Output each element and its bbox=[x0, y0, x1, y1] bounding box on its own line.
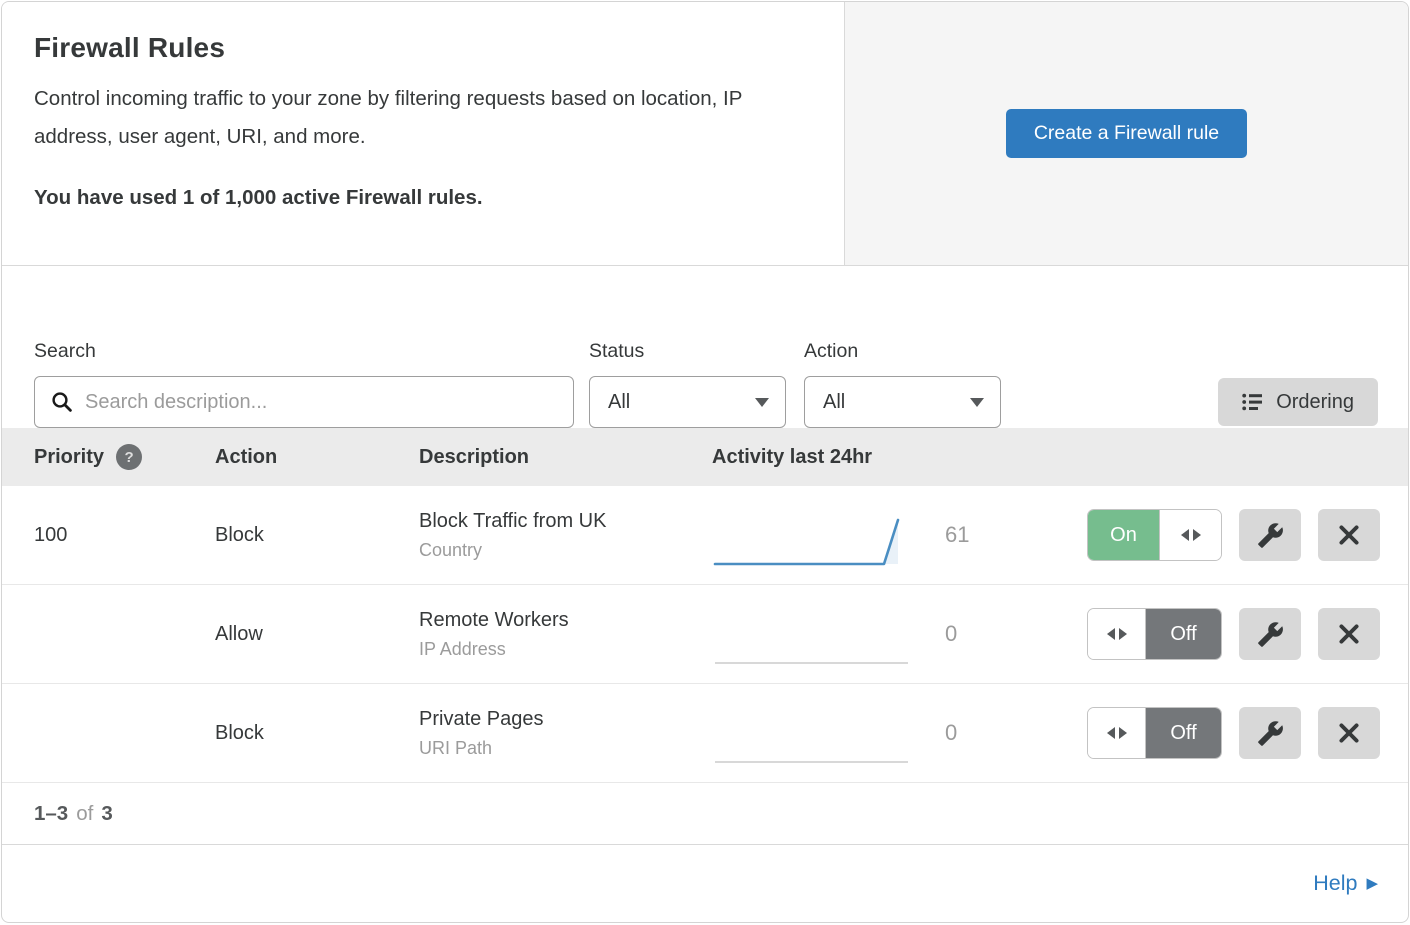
column-activity: Activity last 24hr bbox=[712, 446, 1087, 469]
rule-description: Remote Workers bbox=[419, 609, 712, 632]
activity-sparkline bbox=[712, 711, 917, 769]
rule-description: Private Pages bbox=[419, 708, 712, 731]
activity-sparkline bbox=[712, 612, 917, 670]
toggle-state-label: Off bbox=[1146, 609, 1221, 659]
action-select-value: All bbox=[823, 391, 845, 414]
delete-rule-button[interactable] bbox=[1318, 608, 1380, 660]
status-select-value: All bbox=[608, 391, 630, 414]
rule-enabled-toggle[interactable]: Off bbox=[1087, 608, 1222, 660]
action-label: Action bbox=[804, 340, 1001, 363]
rule-description: Block Traffic from UK bbox=[419, 510, 712, 533]
rule-action: Block bbox=[215, 524, 419, 547]
search-label: Search bbox=[34, 340, 574, 363]
help-link[interactable]: Help ▶ bbox=[1313, 871, 1378, 896]
rule-match-type: IP Address bbox=[419, 639, 712, 660]
edit-rule-button[interactable] bbox=[1239, 707, 1301, 759]
ordering-button-label: Ordering bbox=[1276, 391, 1354, 414]
ordering-list-icon bbox=[1242, 393, 1264, 411]
status-label: Status bbox=[589, 340, 786, 363]
wrench-icon bbox=[1257, 720, 1284, 747]
page-header: Firewall Rules Control incoming traffic … bbox=[2, 2, 1408, 266]
activity-count: 0 bbox=[945, 621, 957, 647]
page-title: Firewall Rules bbox=[34, 32, 804, 64]
left-right-arrows-icon bbox=[1107, 727, 1127, 739]
ordering-button[interactable]: Ordering bbox=[1218, 378, 1378, 426]
create-firewall-rule-button[interactable]: Create a Firewall rule bbox=[1006, 109, 1247, 158]
table-row: Allow Remote Workers IP Address 0 Off bbox=[2, 585, 1408, 684]
close-icon bbox=[1336, 522, 1362, 548]
close-icon bbox=[1336, 621, 1362, 647]
activity-count: 61 bbox=[945, 522, 969, 548]
delete-rule-button[interactable] bbox=[1318, 707, 1380, 759]
table-row: 100 Block Block Traffic from UK Country … bbox=[2, 486, 1408, 585]
column-action: Action bbox=[215, 446, 419, 469]
action-select[interactable]: All bbox=[804, 376, 1001, 428]
rule-match-type: Country bbox=[419, 540, 712, 561]
rule-action: Block bbox=[215, 722, 419, 745]
chevron-down-icon bbox=[970, 398, 984, 407]
toggle-knob bbox=[1088, 708, 1146, 758]
toggle-state-label: Off bbox=[1146, 708, 1221, 758]
chevron-down-icon bbox=[755, 398, 769, 407]
page-header-text: Firewall Rules Control incoming traffic … bbox=[2, 2, 845, 265]
left-right-arrows-icon bbox=[1181, 529, 1201, 541]
close-icon bbox=[1336, 720, 1362, 746]
column-priority: Priority bbox=[34, 446, 104, 469]
arrow-right-icon: ▶ bbox=[1366, 876, 1378, 891]
toggle-knob bbox=[1159, 510, 1221, 560]
filter-bar: Search Status All Action All bbox=[2, 266, 1408, 428]
edit-rule-button[interactable] bbox=[1239, 509, 1301, 561]
page-description: Control incoming traffic to your zone by… bbox=[34, 80, 804, 156]
priority-help-icon[interactable]: ? bbox=[116, 444, 142, 470]
pagination-total: 3 bbox=[101, 802, 112, 826]
rule-action: Allow bbox=[215, 623, 419, 646]
delete-rule-button[interactable] bbox=[1318, 509, 1380, 561]
edit-rule-button[interactable] bbox=[1239, 608, 1301, 660]
wrench-icon bbox=[1257, 522, 1284, 549]
help-link-label: Help bbox=[1313, 871, 1357, 896]
table-row: Block Private Pages URI Path 0 Off bbox=[2, 684, 1408, 783]
rule-match-type: URI Path bbox=[419, 738, 712, 759]
table-header: Priority ? Action Description Activity l… bbox=[2, 428, 1408, 486]
toggle-knob bbox=[1088, 609, 1146, 659]
pagination-range: 1–3 bbox=[34, 802, 68, 826]
rule-enabled-toggle[interactable]: On bbox=[1087, 509, 1222, 561]
usage-summary: You have used 1 of 1,000 active Firewall… bbox=[34, 186, 804, 210]
activity-count: 0 bbox=[945, 720, 957, 746]
search-input[interactable] bbox=[85, 391, 559, 414]
firewall-rules-panel: Firewall Rules Control incoming traffic … bbox=[1, 1, 1409, 923]
page-header-actions: Create a Firewall rule bbox=[845, 2, 1408, 265]
left-right-arrows-icon bbox=[1107, 628, 1127, 640]
toggle-state-label: On bbox=[1088, 510, 1159, 560]
wrench-icon bbox=[1257, 621, 1284, 648]
pagination-of: of bbox=[76, 802, 93, 826]
search-icon bbox=[51, 391, 73, 413]
column-description: Description bbox=[419, 446, 712, 469]
activity-sparkline bbox=[712, 513, 917, 571]
search-box bbox=[34, 376, 574, 428]
pagination-bar: 1–3 of 3 bbox=[2, 783, 1408, 845]
panel-footer: Help ▶ bbox=[2, 845, 1408, 922]
status-select[interactable]: All bbox=[589, 376, 786, 428]
rule-priority: 100 bbox=[34, 524, 215, 547]
rule-enabled-toggle[interactable]: Off bbox=[1087, 707, 1222, 759]
